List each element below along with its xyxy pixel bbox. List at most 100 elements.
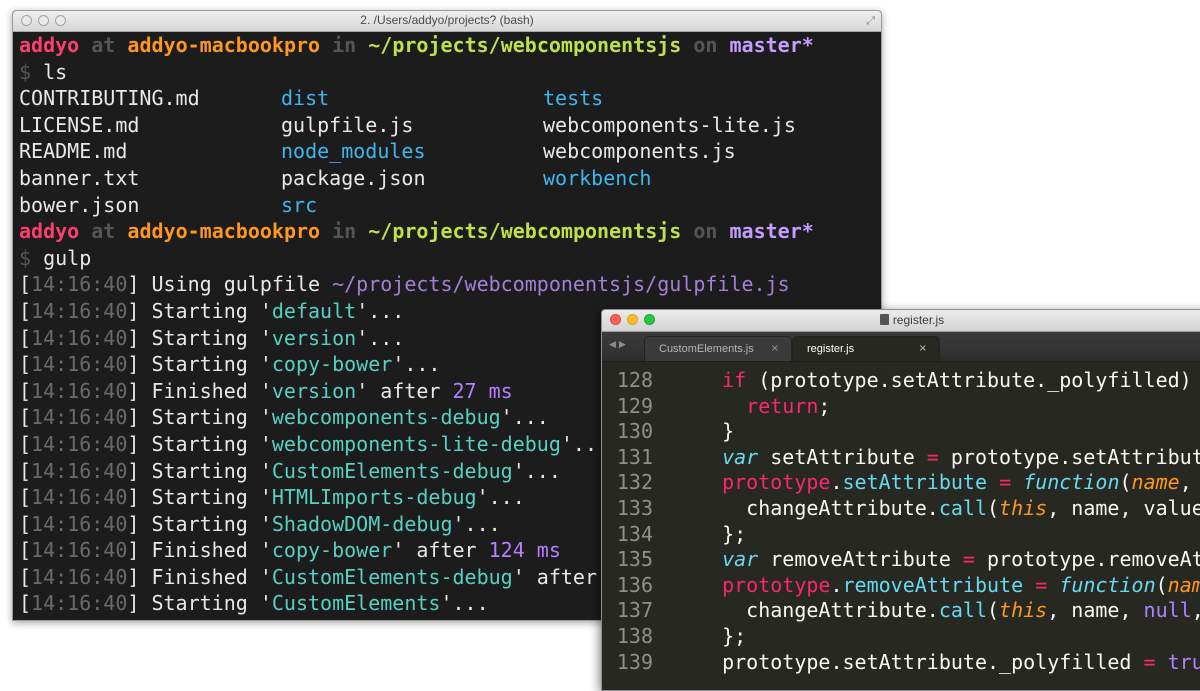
bracket: ] <box>127 431 152 456</box>
code-line: 129 return; <box>602 394 1200 420</box>
code-token: prototype <box>722 572 831 597</box>
tab-navigation[interactable]: ◀▶ <box>609 340 629 350</box>
bracket: [ <box>19 485 32 510</box>
line-number: 139 <box>616 649 653 674</box>
ls-entry: webcomponents.js <box>543 139 736 164</box>
gulp-verb: Finished <box>151 378 248 403</box>
terminal-title: 2. /Users/addyo/projects? (bash) <box>360 13 534 27</box>
ls-entry: tests <box>543 86 604 111</box>
code-token: changeAttribute. <box>698 598 939 623</box>
code-token: , name, value <box>1047 495 1200 520</box>
close-icon[interactable]: × <box>919 343 927 354</box>
gulp-task: CustomElements-debug <box>271 564 513 589</box>
bracket: ] <box>127 564 152 589</box>
code-text: changeAttribute.call(this, name, value <box>698 496 1200 522</box>
gulp-verb: Finished <box>151 538 248 563</box>
prompt-at: at <box>91 219 116 244</box>
code-text: changeAttribute.call(this, name, null, <box>698 598 1200 624</box>
gulp-verb: Starting <box>151 591 248 616</box>
code-text: prototype.setAttribute = function(name, <box>698 470 1200 496</box>
gulp-tail: ' after <box>392 538 489 563</box>
tab-register-js[interactable]: register.js × <box>792 336 940 361</box>
code-token: setAttribute <box>842 470 988 495</box>
code-text: }; <box>698 522 746 548</box>
command-line: $ ls <box>19 59 881 86</box>
timestamp: 14:16:40 <box>31 272 128 297</box>
back-arrow-icon[interactable]: ◀ <box>609 340 619 350</box>
editor-window[interactable]: register.js ◀▶ CustomElements.js × regis… <box>601 309 1200 691</box>
code-token: removeAttribute <box>758 547 963 572</box>
prompt-in: in <box>332 219 357 244</box>
bracket: [ <box>19 325 32 350</box>
prompt-line: addyo at addyo-macbookpro in ~/projects/… <box>19 32 881 59</box>
code-text: var removeAttribute = prototype.removeAt <box>698 547 1200 573</box>
code-token: function <box>1059 572 1156 597</box>
tab-customelements-js[interactable]: CustomElements.js × <box>644 336 792 361</box>
gulp-task: HTMLImports-debug <box>271 485 477 510</box>
bracket: ] <box>127 298 152 323</box>
prompt-user: addyo <box>19 33 80 57</box>
timestamp: 14:16:40 <box>31 431 128 456</box>
code-token: this <box>999 495 1048 520</box>
line-number: 134 <box>616 521 653 546</box>
ls-entry: bower.json <box>19 192 140 217</box>
bracket: ] <box>127 511 152 536</box>
bracket: [ <box>19 511 32 536</box>
timestamp: 14:16:40 <box>31 325 128 350</box>
terminal-titlebar[interactable]: 2. /Users/addyo/projects? (bash) ⤢ <box>13 11 881 32</box>
code-token: . <box>830 470 843 495</box>
ls-entry: webcomponents-lite.js <box>543 112 796 137</box>
bracket: ] <box>127 591 152 616</box>
line-number: 132 <box>616 470 653 495</box>
ls-entry: node_modules <box>281 139 426 164</box>
code-token: prototype.setAttribute._polyfilled <box>698 649 1144 674</box>
gulp-verb: Finished <box>151 564 248 589</box>
prompt-user: addyo <box>19 219 80 244</box>
gulp-task: webcomponents-lite-debug <box>271 431 561 456</box>
editor-titlebar[interactable]: register.js <box>602 310 1200 332</box>
code-token: (prototype.setAttribute._polyfilled) <box>746 368 1192 392</box>
gulp-duration: 27 ms <box>452 378 513 403</box>
ls-row: bower.json src <box>19 192 881 219</box>
line-number: 130 <box>616 419 653 444</box>
bracket: ] <box>127 272 152 297</box>
editor-title-text: register.js <box>892 313 945 327</box>
code-token: call <box>938 598 987 623</box>
code-token: } <box>698 419 735 444</box>
code-line: 139 prototype.setAttribute._polyfilled =… <box>602 650 1200 676</box>
code-token: null <box>1143 598 1192 623</box>
bracket: [ <box>19 298 32 323</box>
command-text: gulp <box>43 245 92 270</box>
editor-tab-bar: ◀▶ CustomElements.js × register.js × <box>602 332 1200 362</box>
line-number: 133 <box>616 495 653 520</box>
code-area[interactable]: 128 if (prototype.setAttribute._polyfill… <box>602 362 1200 675</box>
code-line: 131 var setAttribute = prototype.setAttr… <box>602 445 1200 471</box>
prompt-at: at <box>91 33 116 57</box>
code-line: 136 prototype.removeAttribute = function… <box>602 573 1200 599</box>
bracket: [ <box>19 378 32 403</box>
bracket: ] <box>127 405 152 430</box>
prompt-path: ~/projects/webcomponentsjs <box>368 219 682 244</box>
bracket: [ <box>19 591 32 616</box>
prompt-symbol: $ <box>19 59 32 84</box>
close-icon[interactable]: × <box>771 343 779 354</box>
resize-icon[interactable]: ⤢ <box>866 14 875 28</box>
code-text: if (prototype.setAttribute._polyfilled) <box>698 368 1192 394</box>
code-token: ( <box>1155 572 1168 597</box>
ls-entry: LICENSE.md <box>19 112 140 137</box>
code-token: }; <box>698 521 747 546</box>
code-line: 137 changeAttribute.call(this, name, nul… <box>602 598 1200 624</box>
timestamp: 14:16:40 <box>31 564 128 589</box>
ls-row: CONTRIBUTING.md dist tests <box>19 85 881 112</box>
prompt-on: on <box>693 219 718 244</box>
bracket: [ <box>19 352 32 377</box>
gulp-tail: ' after <box>512 564 598 589</box>
gulp-duration: 124 ms <box>488 538 561 563</box>
forward-arrow-icon[interactable]: ▶ <box>619 340 629 350</box>
code-line: 133 changeAttribute.call(this, name, val… <box>602 496 1200 522</box>
command-line: $ gulp <box>19 245 881 272</box>
code-token: this <box>999 598 1048 623</box>
